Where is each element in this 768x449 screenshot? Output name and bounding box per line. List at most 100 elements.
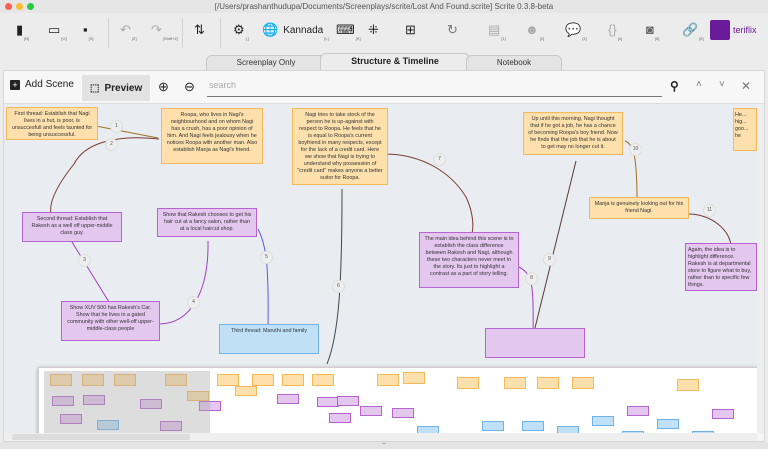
scene-note[interactable]: Third thread: Maruthi and family	[219, 324, 319, 354]
window-title: [/Users/prashanthudupa/Documents/Screenp…	[214, 2, 554, 11]
next-result-button[interactable]: ˅	[719, 79, 725, 90]
minimap-note	[522, 421, 544, 431]
connector-path	[158, 240, 209, 325]
minimap-note	[217, 374, 239, 386]
globe-icon: 🌐	[262, 22, 279, 37]
preview-icon: ⬚	[90, 82, 100, 94]
language-button[interactable]: 🌐 Kannada [L]	[262, 23, 329, 47]
preview-button[interactable]: ⬚ Preview	[82, 75, 151, 101]
scene-note[interactable]: Nagi tries to take stock of the person h…	[292, 108, 388, 185]
add-scene-button[interactable]: + Add Scene	[10, 79, 74, 90]
connector-number: 10	[629, 143, 642, 156]
splitter-handle[interactable]: ‒	[0, 441, 768, 449]
minimap-note	[392, 408, 414, 418]
scene-note[interactable]: Again, the idea is to highlight differen…	[685, 243, 757, 291]
add-button[interactable]: ⊞	[405, 23, 416, 47]
scene-note[interactable]: Roopa, who lives in Nagi's neighbourhood…	[161, 108, 263, 164]
structure-toolbar: + Add Scene ⬚ Preview ⊕ ⊖ search ⚲ ˄ ˅ ✕	[4, 71, 764, 104]
search-icon: ⚲	[670, 79, 679, 93]
reload-icon: ↻	[447, 22, 458, 37]
scene-note[interactable]: First thread: Establish that Nagi lives …	[6, 107, 98, 140]
minimize-window-button[interactable]	[16, 3, 23, 10]
minimap-note	[329, 413, 351, 423]
sort-button[interactable]: ⇅	[194, 23, 205, 47]
search-input[interactable]: search	[207, 80, 662, 97]
settings-button[interactable]: ⚙ [,]	[233, 23, 249, 47]
scene-note[interactable]: The main idea behind this scene is to es…	[419, 232, 519, 288]
minimap-note	[482, 421, 504, 431]
connector-path	[257, 228, 269, 330]
minimap-note	[282, 374, 304, 386]
tab-screenplay-only[interactable]: Screenplay Only	[206, 55, 326, 70]
preview-viewport[interactable]	[44, 371, 210, 433]
reload-button[interactable]: ↻	[447, 23, 458, 47]
vertical-scrollbar[interactable]	[757, 104, 764, 433]
close-window-button[interactable]	[5, 3, 12, 10]
scene-note[interactable]	[485, 328, 585, 358]
scene-note[interactable]: Manja is genuinely looking out for his f…	[589, 197, 689, 219]
keyboard-button[interactable]: ⌨ [K]	[336, 23, 361, 47]
clapperboard-icon: ▤	[488, 22, 501, 37]
search-button[interactable]: ⚲	[670, 79, 679, 93]
scene-heading-button[interactable]: ▤ [1]	[488, 23, 506, 47]
connector-number: 7	[433, 153, 446, 166]
parenthetical-button[interactable]: {} [4]	[608, 23, 622, 47]
connector-number: 3	[78, 254, 91, 267]
zoom-in-button[interactable]: ⊕	[158, 79, 169, 95]
person-icon: ☻	[525, 22, 539, 37]
chevron-up-icon: ˄	[696, 79, 702, 90]
connector-number: 8	[525, 272, 538, 285]
gear-icon: ⚙	[233, 22, 245, 37]
scene-note[interactable]: He... hig... goo... he	[733, 108, 757, 151]
zoom-window-button[interactable]	[27, 3, 34, 10]
close-icon: ✕	[741, 79, 752, 93]
save-button[interactable]: ▪ [S]	[83, 23, 94, 47]
shot-button[interactable]: ◙ [5]	[646, 23, 659, 47]
scene-note[interactable]: Up until this morning, Nagi thought that…	[523, 112, 623, 155]
scene-note[interactable]: Show that Rakesh chooses to get his hair…	[157, 208, 257, 237]
horizontal-scrollbar[interactable]	[4, 433, 757, 441]
new-button[interactable]: ▮ [N]	[16, 23, 29, 47]
window-controls[interactable]	[5, 3, 34, 10]
close-search-button[interactable]: ✕	[741, 79, 751, 93]
open-button[interactable]: ▭ [O]	[48, 23, 67, 47]
minimap-note	[360, 406, 382, 416]
connector-number: 5	[260, 251, 273, 264]
tab-notebook[interactable]: Notebook	[466, 55, 562, 70]
save-icon: ▪	[83, 22, 88, 37]
connector-path	[533, 160, 577, 333]
zoom-out-button[interactable]: ⊖	[184, 79, 195, 95]
minimap-note	[235, 386, 257, 396]
connector-path	[326, 188, 343, 365]
collapse-icon: ⁜	[368, 22, 379, 37]
main-tabs: Screenplay Only Structure & Timeline Not…	[0, 53, 768, 70]
minimap-note	[417, 426, 439, 433]
keyboard-icon: ⌨	[336, 22, 355, 37]
scene-note[interactable]: Show XUV 500 has Rakesh's Car. Show that…	[61, 301, 160, 341]
minimap-note	[252, 374, 274, 386]
undo-button[interactable]: ↶ [Z]	[120, 23, 137, 47]
connector-number: 6	[332, 280, 345, 293]
minimap-note	[277, 394, 299, 404]
connector-path	[383, 153, 474, 238]
collapse-button[interactable]: ⁜	[368, 23, 379, 47]
minimap-note	[657, 419, 679, 429]
horizontal-scrollbar-thumb[interactable]	[12, 434, 190, 440]
teriflix-logo[interactable]: teriflix	[710, 20, 757, 44]
structure-canvas[interactable]: First thread: Establish that Nagi lives …	[4, 104, 757, 433]
minimap-note	[712, 409, 734, 419]
minimap-note	[504, 377, 526, 389]
tab-structure-timeline[interactable]: Structure & Timeline	[320, 53, 470, 70]
dialogue-button[interactable]: 💬 [3]	[565, 23, 587, 47]
scene-note[interactable]: Second thread: Establish that Rakesh as …	[22, 212, 122, 242]
zoom-out-icon: ⊖	[184, 79, 195, 94]
new-file-icon: ▮	[16, 22, 24, 37]
redo-button[interactable]: ↷ [Shift+Z]	[151, 23, 178, 47]
character-button[interactable]: ☻ [2]	[525, 23, 544, 47]
previous-result-button[interactable]: ˄	[696, 79, 702, 90]
connector-number: 2	[105, 138, 118, 151]
structure-preview-minimap[interactable]	[38, 367, 757, 433]
link-icon: 🔗	[682, 22, 699, 37]
connector-path	[95, 125, 159, 139]
transition-button[interactable]: 🔗 [6]	[682, 23, 704, 47]
